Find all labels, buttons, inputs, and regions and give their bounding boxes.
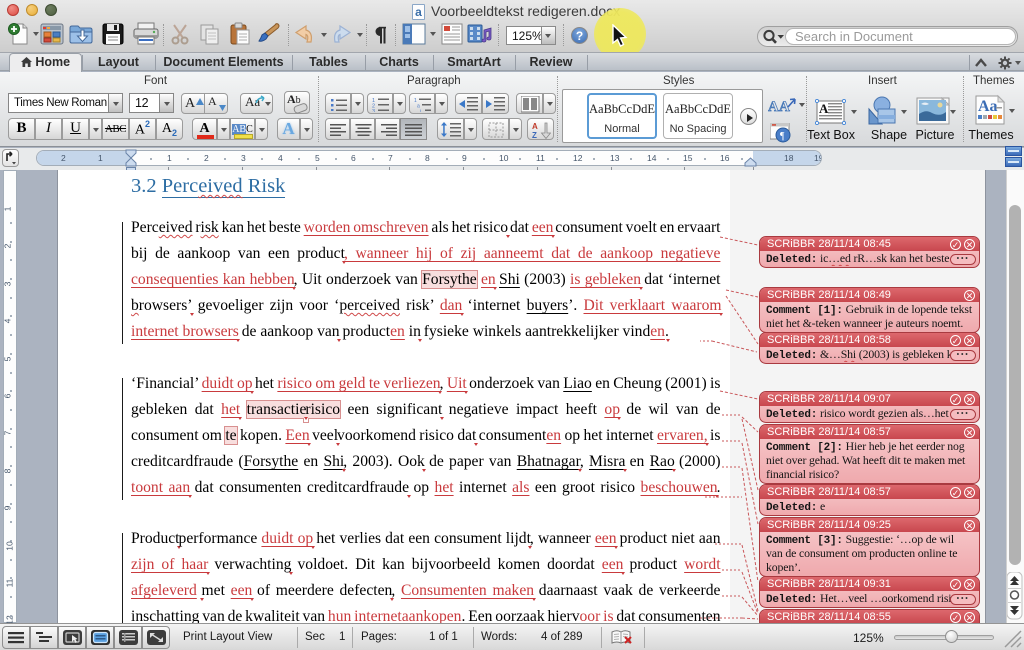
svg-text:A: A	[819, 101, 829, 116]
svg-text:Aa: Aa	[978, 98, 998, 115]
svg-text:¶: ¶	[780, 131, 785, 142]
svg-text:Z: Z	[532, 131, 537, 139]
svg-text:i: i	[420, 109, 421, 112]
svg-text:A: A	[768, 99, 779, 115]
svg-text:3: 3	[372, 109, 375, 112]
svg-text:A: A	[532, 122, 538, 131]
